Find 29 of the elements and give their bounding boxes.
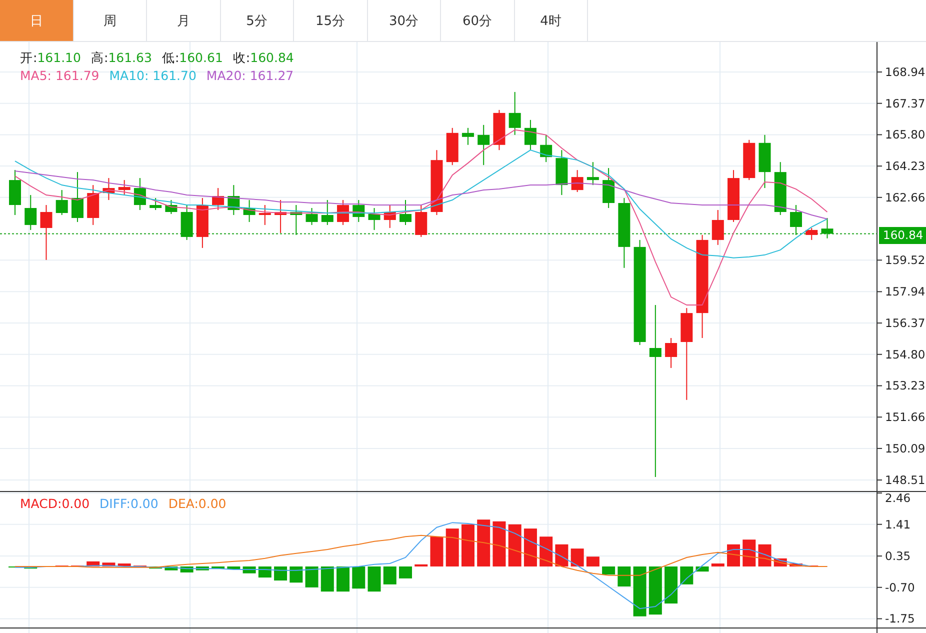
macd-legend: DIFF:0.00	[100, 496, 158, 511]
price-legend-text: 高:161.63	[90, 50, 152, 67]
macd-axis-label: 2.46	[885, 491, 911, 505]
price-axis-label: 154.80	[885, 347, 926, 362]
price-axis-label: 157.94	[885, 284, 926, 299]
moving-average-legend: MA10: 161.70	[109, 68, 196, 83]
price-legend-text: 收:160.84	[232, 50, 294, 67]
price-axis-label: 156.37	[885, 316, 926, 330]
macd-axis-label: 1.41	[885, 517, 911, 532]
macd-legend: DEA:0.00	[168, 496, 226, 511]
moving-average-legend: MA20: 161.27	[206, 68, 294, 83]
moving-average-legend: MA5: 161.79	[20, 68, 100, 83]
macd-axis-label: -0.70	[885, 580, 915, 594]
macd-legend: MACD:0.00	[20, 496, 90, 511]
price-axis-label: 150.09	[885, 441, 926, 456]
price-axis-label: 165.80	[885, 128, 926, 142]
price-axis-label: 164.23	[885, 159, 926, 174]
price-axis-label: 153.23	[885, 378, 926, 393]
price-axis-label: 151.66	[885, 410, 926, 424]
last-price-tag: 160.84	[879, 227, 926, 244]
price-legend-text: 开:161.10	[20, 50, 81, 67]
macd-axis-label: -1.75	[885, 612, 915, 626]
price-axis-label: 168.94	[885, 65, 926, 79]
macd-axis-label: 0.35	[885, 549, 911, 564]
price-axis-label: 162.66	[885, 190, 926, 204]
price-axis-label: 159.52	[885, 253, 926, 268]
price-legend-text: 低:160.61	[162, 50, 223, 67]
price-axis-label: 167.37	[885, 96, 926, 110]
price-axis-label: 148.51	[885, 473, 926, 487]
